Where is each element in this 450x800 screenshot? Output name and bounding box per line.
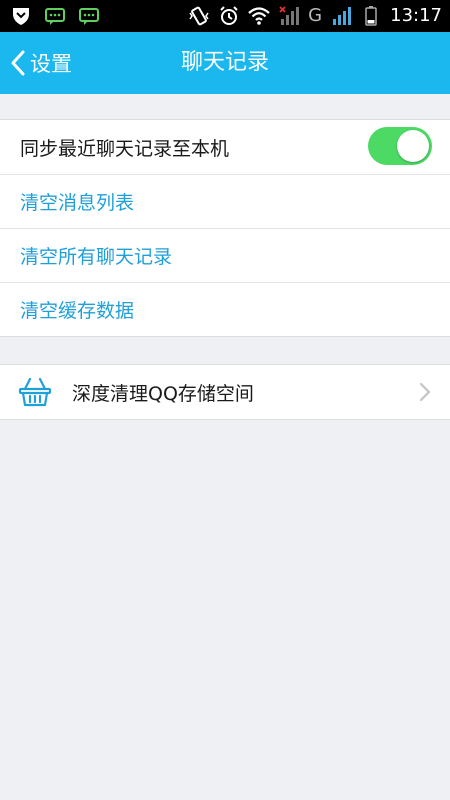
- chat-notification-icon: [45, 8, 65, 25]
- chevron-left-icon: [11, 50, 25, 76]
- chat-history-settings-group: 同步最近聊天记录至本机 清空消息列表 清空所有聊天记录 清空缓存数据: [0, 119, 450, 337]
- battery-icon: [365, 6, 377, 26]
- clear-message-list-label: 清空消息列表: [20, 192, 135, 214]
- network-type-label: G: [308, 5, 323, 26]
- toggle-knob: [397, 130, 429, 162]
- clear-message-list-row[interactable]: 清空消息列表: [0, 174, 450, 228]
- title-bar: 设置 聊天记录: [0, 32, 450, 94]
- sync-chat-history-toggle[interactable]: [368, 127, 432, 165]
- back-button[interactable]: 设置: [10, 32, 72, 94]
- clear-all-chats-row[interactable]: 清空所有聊天记录: [0, 228, 450, 282]
- back-button-label: 设置: [30, 52, 72, 76]
- wifi-icon: [248, 7, 270, 25]
- clear-cache-row[interactable]: 清空缓存数据: [0, 282, 450, 336]
- no-signal-icon: [279, 6, 300, 25]
- signal-strength-icon: [333, 7, 352, 25]
- status-bar: G 13:17: [0, 0, 450, 32]
- sync-chat-history-row[interactable]: 同步最近聊天记录至本机: [0, 120, 450, 174]
- vibrate-icon: [189, 6, 209, 26]
- deep-clean-storage-label: 深度清理QQ存储空间: [72, 382, 254, 405]
- basket-icon: [18, 375, 52, 409]
- chevron-right-icon: [419, 382, 431, 402]
- clear-all-chats-label: 清空所有聊天记录: [20, 246, 173, 268]
- shield-icon: [13, 8, 29, 25]
- clear-cache-label: 清空缓存数据: [20, 300, 135, 322]
- sync-chat-history-label: 同步最近聊天记录至本机: [20, 137, 230, 160]
- status-time: 13:17: [390, 5, 442, 26]
- storage-group: 深度清理QQ存储空间: [0, 364, 450, 420]
- deep-clean-storage-row[interactable]: 深度清理QQ存储空间: [0, 365, 450, 419]
- message-notification-icon: [79, 8, 99, 25]
- alarm-icon: [220, 6, 238, 25]
